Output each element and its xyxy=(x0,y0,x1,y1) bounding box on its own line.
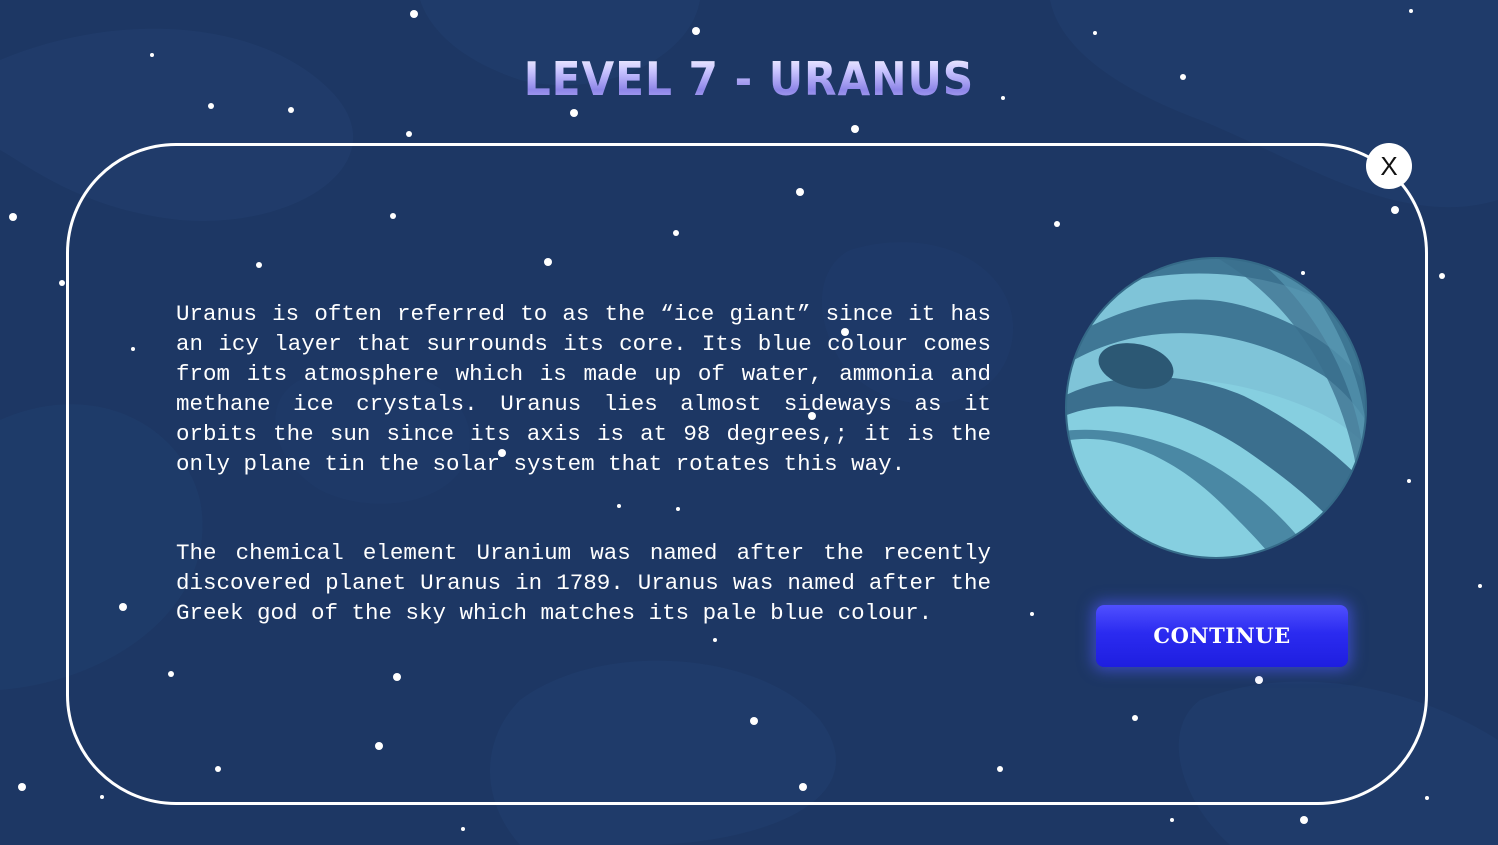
close-icon: X xyxy=(1380,151,1398,181)
continue-button[interactable]: CONTINUE xyxy=(1096,605,1348,667)
game-screen: LEVEL 7 - URANUS X Uranus is often refer… xyxy=(0,0,1498,845)
level-title: LEVEL 7 - URANUS xyxy=(60,52,1438,106)
description-paragraph-1: Uranus is often referred to as the “ice … xyxy=(176,301,991,477)
description-paragraph-2: The chemical element Uranium was named a… xyxy=(176,540,991,626)
close-button[interactable]: X xyxy=(1366,143,1412,189)
uranus-planet-icon xyxy=(1065,257,1367,559)
